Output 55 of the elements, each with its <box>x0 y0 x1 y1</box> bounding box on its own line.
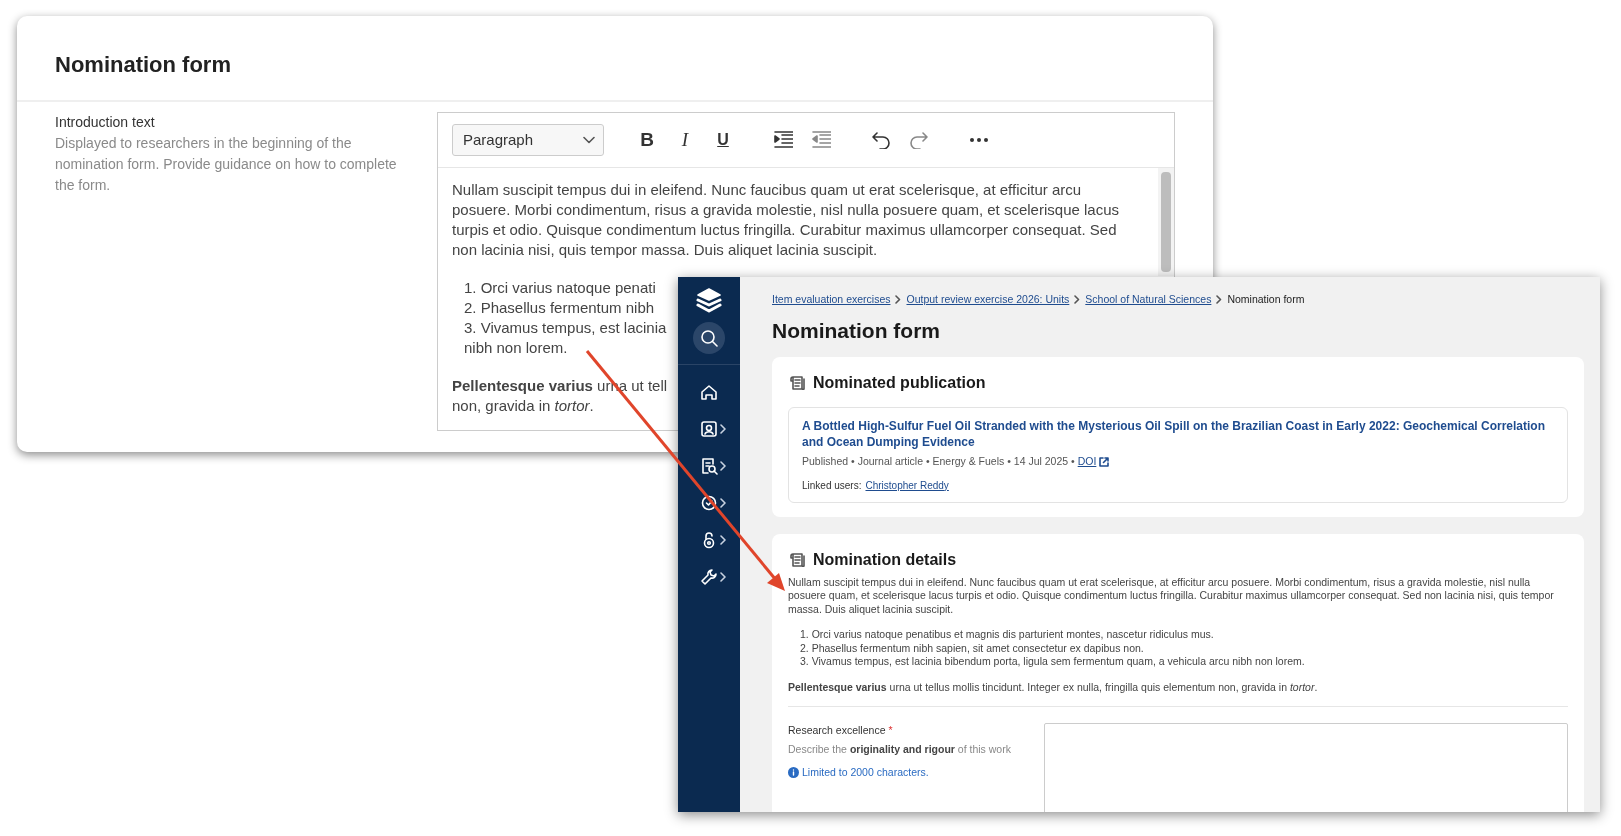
document-search-icon <box>700 456 718 475</box>
profile-icon <box>700 419 718 438</box>
more-icon <box>969 136 989 145</box>
text-line: non, gravida in tortor. <box>452 396 594 417</box>
breadcrumb-current: Nomination form <box>1227 292 1305 307</box>
paragraph: Nullam suscipit tempus dui in eleifend. Nunc faucibus quam ut erat scelerisque, at efficitur arcu posuere. Morbi condimentum, risus a gravida molestie, nisl nulla posuere quam, et scelerisque lacus turpis et odio. Quisque condimentum luctus fringilla. Curabitur maximus ullamcorper consequat. Sed non lacinia nisi, quis tempor massa. Duis aliquet lacinia suscipit. <box>788 575 1555 617</box>
search-icon <box>700 329 718 347</box>
info-icon <box>788 767 799 779</box>
scroll-icon <box>789 551 805 568</box>
underline-button[interactable]: U <box>706 124 740 157</box>
card-title: Nominated publication <box>813 372 986 393</box>
indent-icon <box>773 131 793 150</box>
chevron-right-icon <box>895 295 902 305</box>
list-item: 1. Orci varius natoque penati <box>463 278 656 299</box>
breadcrumb-link[interactable]: Output review exercise 2026: Units <box>906 292 1070 308</box>
character-limit-note: Limited to 2000 characters. <box>802 764 929 780</box>
logo-icon <box>696 287 722 313</box>
scrollbar[interactable] <box>1158 168 1174 277</box>
wrench-icon <box>700 567 718 586</box>
italic-button[interactable]: I <box>668 124 702 157</box>
list-item: 2. Phasellus fermentum nibh sapien, sit amet consectetur ex dapibus non. <box>799 641 1145 656</box>
chevron-down-icon <box>583 136 595 145</box>
paragraph: Nullam suscipit tempus dui in eleifend. Nunc faucibus quam ut erat scelerisque, at efficitur arcu posuere. Morbi condimentum, risus a gravida molestie, nisl nulla posuere quam, et scelerisque lacus turpis et odio. Quisque condimentum luctus fringilla. Curabitur maximus ullamcorper consequat. Sed non lacinia nisi, quis tempor massa. Duis aliquet lacinia suscipit. <box>452 180 1120 261</box>
field-help-text: Displayed to researchers in the beginning of the nomination form. Provide guidance on how to complete the form. <box>55 134 398 196</box>
breadcrumb-link[interactable]: School of Natural Sciences <box>1085 292 1212 308</box>
breadcrumb-link[interactable]: Item evaluation exercises <box>772 292 891 308</box>
external-link-icon <box>1099 456 1110 467</box>
page-title: Nomination form <box>772 317 941 343</box>
undo-icon <box>871 131 891 150</box>
search-button[interactable] <box>693 322 725 354</box>
list-item-continuation: nibh non lorem. <box>463 338 568 359</box>
scroll-icon <box>789 374 805 391</box>
field-label: Research excellence * <box>788 723 894 739</box>
field-help-text: Describe the originality and rigour of this work <box>788 741 1012 757</box>
check-gear-icon <box>700 493 718 512</box>
user-link[interactable]: Christopher Reddy <box>865 477 949 493</box>
publication-meta: Published • Journal article • Energy & Fuels • 14 Jul 2025 • <box>802 453 1075 469</box>
list-item: 3. Vivamus tempus, est lacinia bibendum porta, ligula sem fermentum quam, a vehicula arcu nibh non lorem. <box>799 655 1306 669</box>
list-item: 1. Orci varius natoque penatibus et magnis dis parturient montes, nascetur ridiculus mus. <box>799 628 1215 642</box>
doi-link[interactable]: DOI <box>1077 453 1097 470</box>
outdent-icon <box>811 131 831 150</box>
publication-title-link[interactable]: A Bottled High-Sulfur Fuel Oil Stranded with the Mysterious Oil Spill on the Brazilian Coast in Early 2022: Geochemical Correlation and Ocean Dumping Evidence <box>802 417 1554 450</box>
field-label: Introduction text <box>55 113 156 133</box>
paragraph: Pellentesque varius urna ut tellus mollis tincidunt. Integer ex nulla, fringilla quis elementum non, gravida in tortor. <box>788 680 1319 695</box>
bold-button[interactable]: B <box>630 124 664 157</box>
chevron-right-icon <box>1074 295 1081 305</box>
list-item: 3. Vivamus tempus, est lacinia <box>463 318 667 339</box>
list-item: 2. Phasellus fermentum nibh <box>463 298 655 319</box>
linked-users-label: Linked users: <box>802 478 862 493</box>
card-title: Nomination details <box>813 549 957 570</box>
format-dropdown[interactable]: Paragraph <box>452 124 604 157</box>
page-title: Nomination form <box>55 52 232 79</box>
chevron-right-icon <box>1216 295 1223 305</box>
redo-icon <box>909 131 929 150</box>
home-icon <box>700 382 718 401</box>
